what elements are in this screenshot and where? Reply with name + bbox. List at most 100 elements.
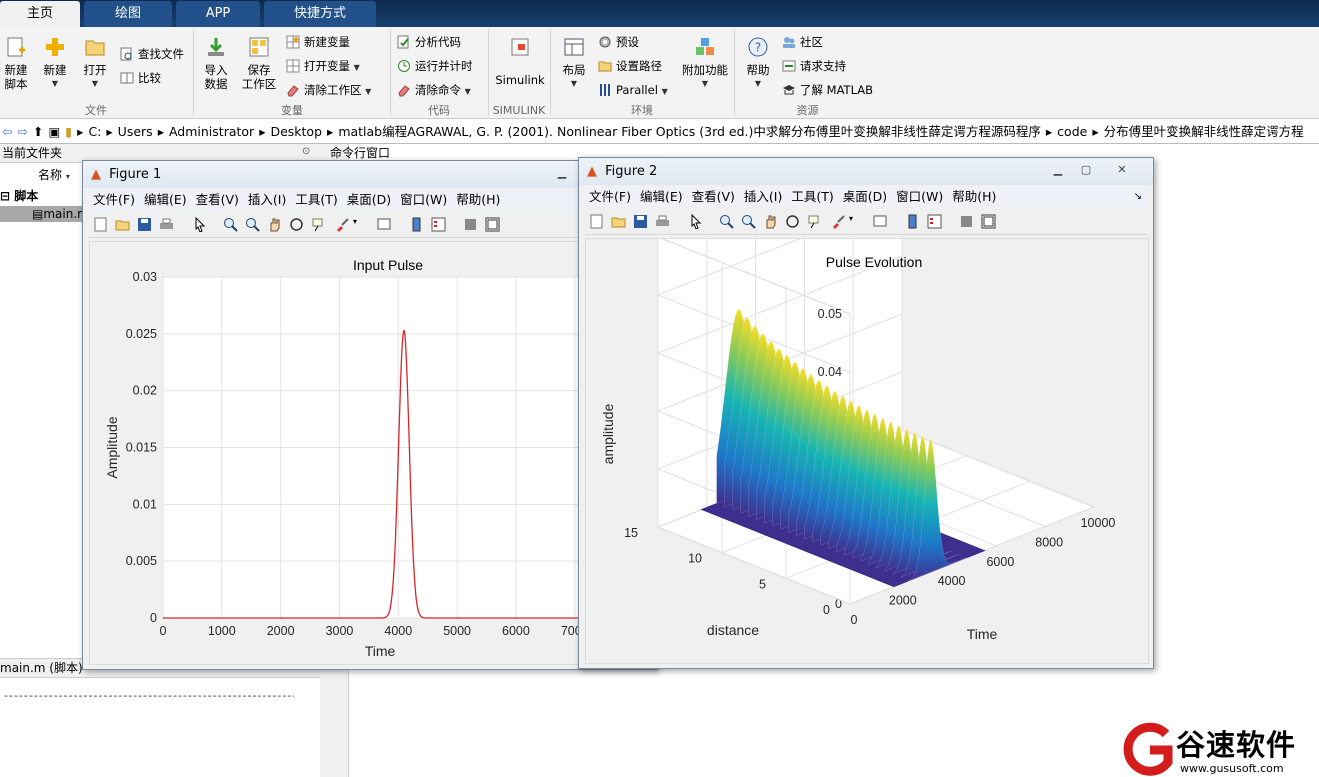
zoom-out-icon[interactable] [741, 214, 756, 229]
tab-home[interactable]: 主页 [0, 1, 80, 27]
open-file-icon[interactable] [115, 217, 130, 232]
new-variable-button[interactable]: 新建变量 [286, 32, 350, 52]
folder-row[interactable]: ⊟ 脚本 [0, 188, 38, 204]
import-data-button[interactable]: 导入 数据 [198, 32, 234, 91]
menu-window[interactable]: 窗口(W) [400, 192, 447, 207]
analyze-code-button[interactable]: 分析代码 [397, 32, 461, 52]
brush-icon[interactable] [831, 214, 846, 229]
pan-hand-icon[interactable] [267, 217, 282, 232]
menu-file[interactable]: 文件(F) [589, 189, 631, 204]
menu-edit[interactable]: 编辑(E) [640, 189, 683, 204]
legend-icon[interactable] [431, 217, 446, 232]
tab-apps[interactable]: APP [176, 1, 260, 27]
find-files-button[interactable]: 查找文件 [120, 44, 184, 64]
minimize-button[interactable]: ▁ [1045, 162, 1071, 178]
menu-desktop[interactable]: 桌面(D) [347, 192, 391, 207]
forward-arrow-icon[interactable]: ⇨ [17, 124, 27, 139]
print-icon[interactable] [159, 217, 174, 232]
add-ons-button[interactable]: 附加功能 ▼ [680, 32, 730, 91]
path-segment[interactable]: code [1057, 124, 1087, 139]
collapse-icon[interactable]: ⊟ [0, 189, 10, 203]
new-button[interactable]: 新建 ▼ [38, 32, 72, 91]
file-row[interactable]: ▤main.m [0, 206, 89, 222]
rotate-3d-icon[interactable] [785, 214, 800, 229]
compare-button[interactable]: 比较 [120, 68, 161, 88]
open-file-icon[interactable] [611, 214, 626, 229]
show-plot-tools-icon[interactable] [981, 214, 996, 229]
layout-button[interactable]: 布局 ▼ [556, 32, 592, 91]
hide-plot-tools-icon[interactable] [463, 217, 478, 232]
path-segment[interactable]: C: [88, 124, 101, 139]
save-icon[interactable] [137, 217, 152, 232]
simulink-button[interactable]: Simulink [494, 32, 546, 87]
link-plot-icon[interactable] [377, 217, 392, 232]
colorbar-icon[interactable] [905, 214, 920, 229]
request-support-button[interactable]: 请求支持 [782, 56, 846, 76]
chevron-down-icon[interactable]: ▾ [849, 214, 853, 223]
figure-1-window[interactable]: ▲ Figure 1 ▁ 文件(F) 编辑(E) 查看(V) 插入(I) 工具(T) 桌面… [82, 160, 664, 670]
zoom-in-icon[interactable] [719, 214, 734, 229]
input-pulse-chart[interactable]: 01000200030004000500060007000800000.0050… [90, 242, 664, 664]
new-script-button[interactable]: 新建 脚本 [0, 32, 32, 91]
path-segment[interactable]: Desktop [270, 124, 322, 139]
chevron-down-icon[interactable]: ▾ [353, 217, 357, 226]
learn-matlab-button[interactable]: 了解 MATLAB [782, 80, 873, 100]
menu-edit[interactable]: 编辑(E) [144, 192, 187, 207]
menu-insert[interactable]: 插入(I) [248, 192, 286, 207]
path-segment[interactable]: matlab编程AGRAWAL, G. P. (2001). Nonlinear… [338, 124, 1041, 139]
menu-view[interactable]: 查看(V) [692, 189, 735, 204]
pointer-icon[interactable] [689, 214, 704, 229]
minimize-button[interactable]: ▁ [549, 165, 575, 181]
path-segment[interactable]: Administrator [169, 124, 254, 139]
save-workspace-button[interactable]: 保存 工作区 [238, 32, 280, 91]
menu-desktop[interactable]: 桌面(D) [843, 189, 887, 204]
pointer-icon[interactable] [193, 217, 208, 232]
dock-arrow-icon[interactable]: ↘ [1134, 187, 1142, 207]
path-segment[interactable]: Users [118, 124, 153, 139]
save-icon[interactable] [633, 214, 648, 229]
open-button[interactable]: 打开 ▼ [78, 32, 112, 91]
zoom-in-icon[interactable] [223, 217, 238, 232]
parallel-button[interactable]: Parallel ▼ [598, 80, 668, 100]
pulse-evolution-chart[interactable]: 00.010.020.030.040.050200040006000800010… [586, 139, 1148, 663]
figure-2-window[interactable]: ▲ Figure 2 ▁ ▢ ✕ 文件(F) 编辑(E) 查看(V) 插入(I) 工具(… [578, 139, 1154, 669]
preferences-button[interactable]: 预设 [598, 32, 639, 52]
panel-menu-icon[interactable]: ⊙ [302, 146, 310, 157]
zoom-out-icon[interactable] [245, 217, 260, 232]
tab-shortcuts[interactable]: 快捷方式 [264, 1, 376, 27]
maximize-button[interactable]: ▢ [1073, 162, 1099, 178]
menu-window[interactable]: 窗口(W) [896, 189, 943, 204]
column-header-name[interactable]: 名称 ▾ [14, 166, 70, 184]
open-variable-button[interactable]: 打开变量 ▼ [286, 56, 360, 76]
community-button[interactable]: 社区 [782, 32, 823, 52]
print-icon[interactable] [655, 214, 670, 229]
hide-plot-tools-icon[interactable] [959, 214, 974, 229]
menu-view[interactable]: 查看(V) [196, 192, 239, 207]
menu-tools[interactable]: 工具(T) [791, 189, 833, 204]
menu-insert[interactable]: 插入(I) [744, 189, 782, 204]
menu-help[interactable]: 帮助(H) [456, 192, 500, 207]
browse-folder-icon[interactable]: ▣ [48, 124, 60, 139]
close-button[interactable]: ✕ [1109, 162, 1135, 178]
root-folder-icon[interactable]: ▮ [65, 124, 72, 139]
menu-file[interactable]: 文件(F) [93, 192, 135, 207]
pan-hand-icon[interactable] [763, 214, 778, 229]
run-and-time-button[interactable]: 运行并计时 [397, 56, 473, 76]
clear-workspace-button[interactable]: 清除工作区 ▼ [286, 80, 371, 100]
set-path-button[interactable]: 设置路径 [598, 56, 662, 76]
show-plot-tools-icon[interactable] [485, 217, 500, 232]
up-folder-icon[interactable]: ⬆ [33, 124, 43, 139]
data-cursor-icon[interactable] [807, 214, 822, 229]
rotate-3d-icon[interactable] [289, 217, 304, 232]
menu-tools[interactable]: 工具(T) [295, 192, 337, 207]
data-cursor-icon[interactable] [311, 217, 326, 232]
legend-icon[interactable] [927, 214, 942, 229]
help-button[interactable]: ? 帮助 ▼ [740, 32, 776, 91]
path-segment[interactable]: 分布傅里叶变换解非线性薛定谔方程 [1104, 124, 1304, 139]
clear-commands-button[interactable]: 清除命令 ▼ [397, 80, 471, 100]
link-plot-icon[interactable] [873, 214, 888, 229]
new-figure-icon[interactable] [589, 214, 604, 229]
colorbar-icon[interactable] [409, 217, 424, 232]
back-arrow-icon[interactable]: ⇦ [2, 124, 12, 139]
brush-icon[interactable] [335, 217, 350, 232]
